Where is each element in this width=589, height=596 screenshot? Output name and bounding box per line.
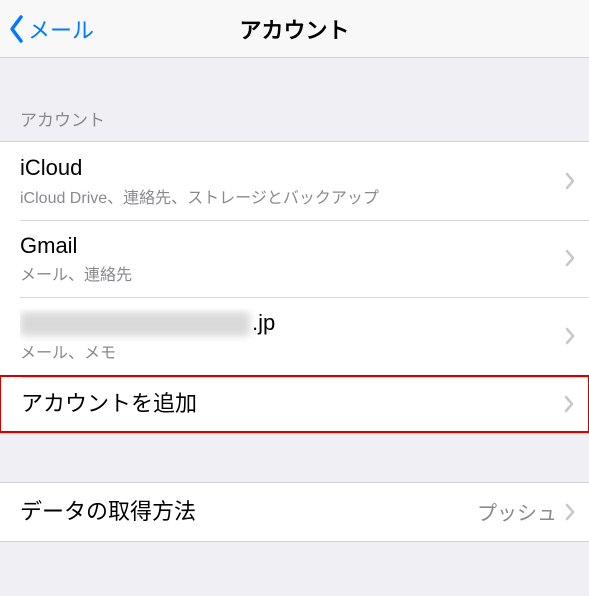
back-button[interactable]: メール [0, 13, 94, 45]
chevron-right-icon [565, 249, 575, 267]
chevron-right-icon [564, 395, 574, 413]
fetch-row[interactable]: データの取得方法 プッシュ [0, 483, 589, 541]
account-subtitle: メール、メモ [20, 339, 565, 363]
fetch-group: データの取得方法 プッシュ [0, 482, 589, 542]
account-title: iCloud [20, 154, 565, 182]
chevron-left-icon [8, 14, 26, 44]
chevron-right-icon [565, 503, 575, 521]
add-account-row[interactable]: アカウントを追加 [0, 375, 589, 433]
fetch-label: データの取得方法 [20, 498, 477, 526]
back-label: メール [28, 13, 94, 45]
account-row-redacted[interactable]: .jp メール、メモ [0, 297, 589, 375]
account-subtitle: メール、連絡先 [20, 261, 565, 285]
account-title: Gmail [20, 232, 565, 260]
chevron-right-icon [565, 327, 575, 345]
account-row-icloud[interactable]: iCloud iCloud Drive、連絡先、ストレージとバックアップ [0, 142, 589, 220]
account-row-gmail[interactable]: Gmail メール、連絡先 [0, 220, 589, 298]
section-header-accounts: アカウント [0, 58, 589, 141]
account-title: .jp [20, 309, 565, 337]
account-subtitle: iCloud Drive、連絡先、ストレージとバックアップ [20, 184, 565, 208]
navbar: メール アカウント [0, 0, 589, 58]
chevron-right-icon [565, 172, 575, 190]
accounts-group: iCloud iCloud Drive、連絡先、ストレージとバックアップ Gma… [0, 141, 589, 434]
redacted-text [20, 312, 250, 336]
add-account-label: アカウントを追加 [21, 390, 564, 418]
fetch-value: プッシュ [477, 497, 557, 526]
